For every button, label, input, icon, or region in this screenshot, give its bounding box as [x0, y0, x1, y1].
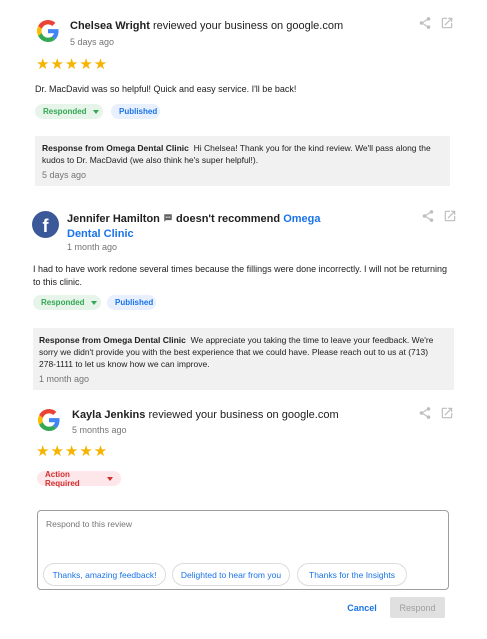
share-icon[interactable]	[418, 406, 432, 425]
open-external-icon[interactable]	[440, 16, 454, 35]
reply-box: Thanks, amazing feedback! Delighted to h…	[37, 510, 449, 590]
chevron-down-icon	[92, 109, 99, 114]
reviewer-name: Kayla Jenkins	[72, 409, 146, 421]
review-time: 1 month ago	[67, 242, 118, 252]
quick-reply-label: Thanks for the Insights	[309, 569, 395, 580]
respond-label: Respond	[399, 602, 436, 613]
chevron-down-icon	[90, 300, 97, 305]
response-time: 1 month ago	[39, 374, 90, 384]
review-text: Dr. MacDavid was so helpful! Quick and e…	[35, 84, 297, 94]
response-time: 5 days ago	[42, 170, 87, 180]
chevron-down-icon	[107, 476, 113, 481]
chat-bubble-icon	[163, 213, 173, 227]
cancel-button[interactable]: Cancel	[336, 597, 388, 618]
status-label: Action Required	[45, 469, 80, 488]
response-box: Response from Omega Dental Clinic Hi Che…	[35, 136, 450, 186]
published-label: Published	[115, 298, 154, 307]
review-text: I had to have work redone several times …	[33, 264, 448, 287]
response-label: Response from Omega Dental Clinic	[39, 335, 186, 345]
quick-reply-chip[interactable]: Delighted to hear from you	[172, 563, 290, 586]
share-icon[interactable]	[421, 209, 435, 228]
published-badge: Published	[107, 295, 156, 310]
published-label: Published	[119, 107, 158, 116]
status-dropdown[interactable]: Action Required	[37, 469, 121, 488]
quick-reply-label: Delighted to hear from you	[180, 569, 282, 580]
status-label: Responded	[41, 298, 85, 307]
response-label: Response from Omega Dental Clinic	[42, 143, 189, 153]
reply-input[interactable]	[44, 517, 444, 561]
review-time: 5 months ago	[72, 425, 127, 435]
review-action-text: doesn't recommend	[176, 213, 281, 225]
facebook-icon: f	[32, 211, 59, 238]
review-action-text: reviewed your business on google.com	[148, 409, 339, 421]
review-action-text: reviewed your business on google.com	[152, 20, 344, 32]
published-badge: Published	[111, 104, 160, 119]
quick-reply-chip[interactable]: Thanks, amazing feedback!	[43, 563, 166, 586]
google-icon	[37, 20, 59, 42]
quick-reply-chip[interactable]: Thanks for the Insights	[297, 563, 407, 586]
status-dropdown[interactable]: Responded	[33, 295, 101, 310]
status-dropdown[interactable]: Responded	[35, 104, 103, 119]
reviewer-name: Chelsea Wright	[70, 20, 150, 32]
response-box: Response from Omega Dental Clinic We app…	[33, 328, 454, 390]
reviewer-name: Jennifer Hamilton	[67, 213, 160, 225]
quick-reply-label: Thanks, amazing feedback!	[52, 569, 157, 580]
respond-button[interactable]: Respond	[390, 597, 445, 618]
google-icon	[38, 409, 60, 431]
review-time: 5 days ago	[70, 37, 115, 47]
open-external-icon[interactable]	[443, 209, 457, 228]
open-external-icon[interactable]	[440, 406, 454, 425]
star-rating: ★★★★★	[36, 443, 109, 460]
cancel-label: Cancel	[347, 602, 377, 613]
share-icon[interactable]	[418, 16, 432, 35]
star-rating: ★★★★★	[36, 56, 109, 73]
status-label: Responded	[43, 107, 87, 116]
